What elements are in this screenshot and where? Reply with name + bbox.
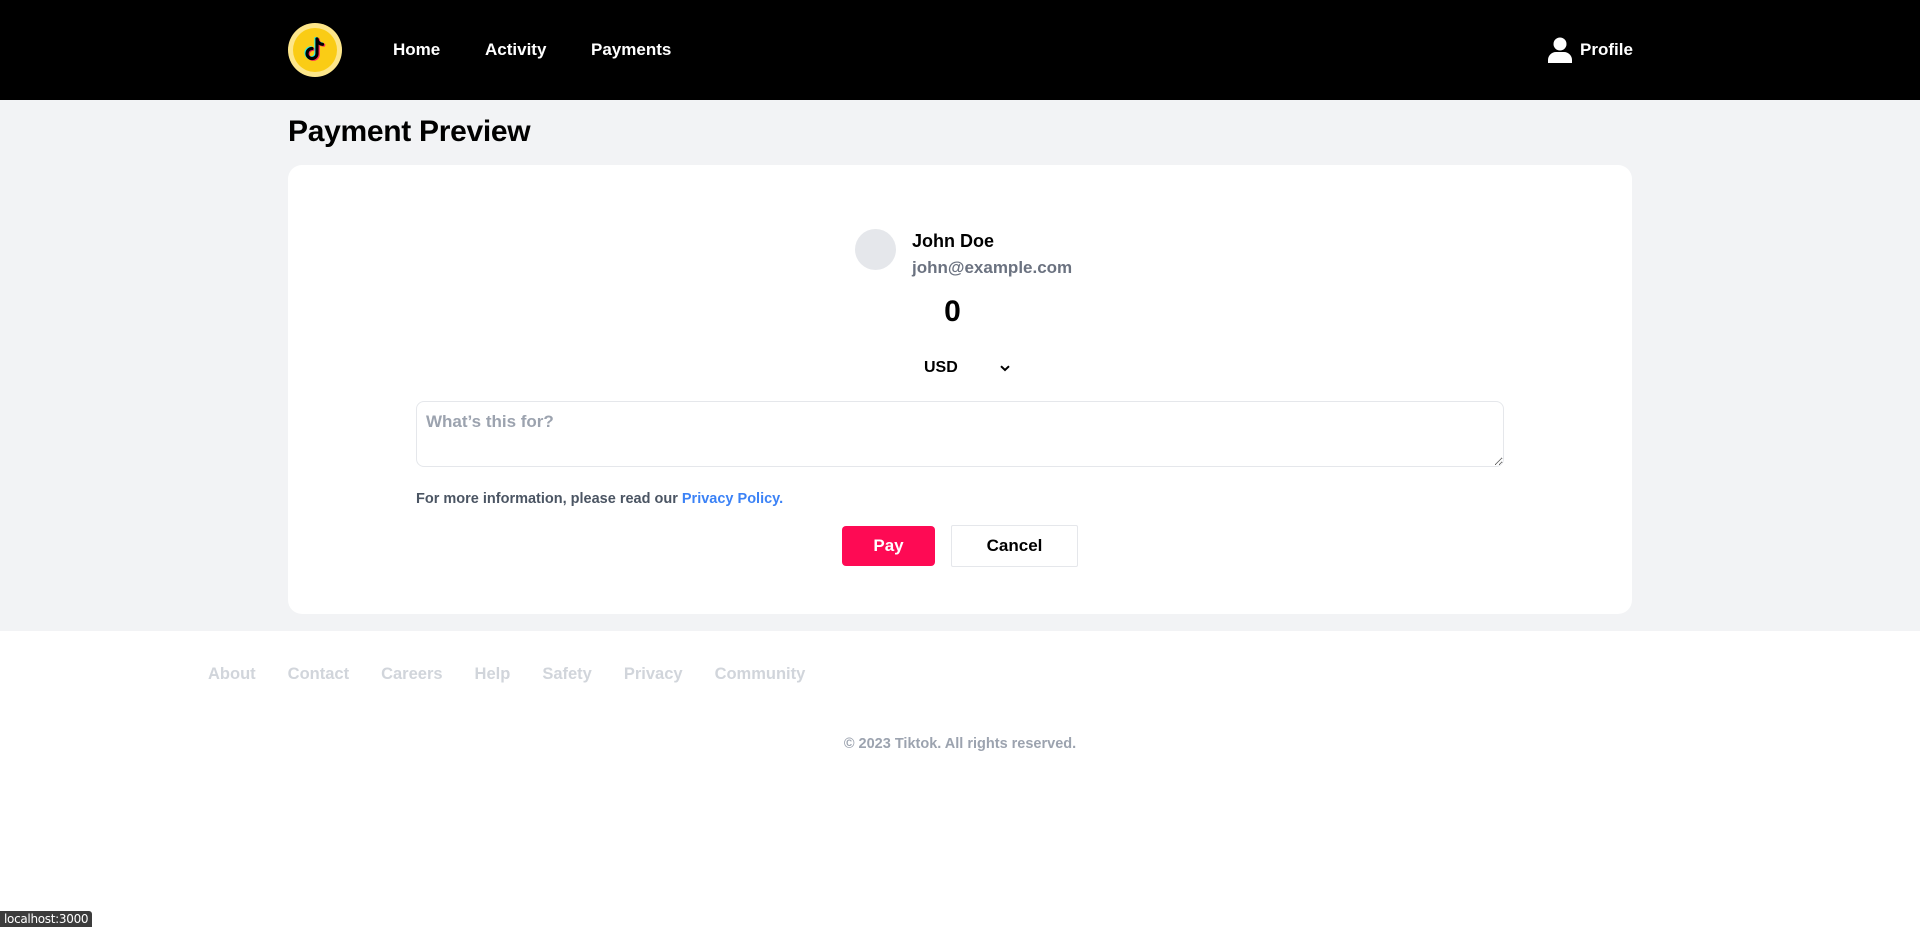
recipient-email: john@example.com [912,258,1073,277]
payment-amount[interactable]: 0 [0,295,1905,329]
nav-payments[interactable]: Payments [591,0,671,100]
footer-link-privacy[interactable]: Privacy [624,665,683,684]
currency-select[interactable]: USD [924,356,1010,380]
footer-link-careers[interactable]: Careers [381,665,442,684]
page-title: Payment Preview [288,115,531,148]
copyright-text: © 2023 Tiktok. All rights reserved. [843,736,1077,752]
chevron-down-icon [1000,364,1010,371]
user-icon [1548,37,1572,63]
privacy-info-text: For more information, please read our Pr… [416,491,783,507]
footer-link-safety[interactable]: Safety [542,665,592,684]
payment-note-input[interactable] [416,401,1504,467]
footer-link-help[interactable]: Help [475,665,511,684]
footer-link-contact[interactable]: Contact [288,665,349,684]
nav-home[interactable]: Home [393,0,440,100]
nav-activity[interactable]: Activity [485,0,546,100]
browser-status-url: localhost:3000 [0,911,93,927]
footer-link-community[interactable]: Community [715,665,806,684]
footer-links: About Contact Careers Help Safety Privac… [208,665,837,684]
profile-link[interactable]: Profile [1548,0,1633,100]
currency-value: USD [924,359,958,376]
cancel-button[interactable]: Cancel [951,525,1078,567]
tiktok-logo-icon [293,28,337,72]
recipient-name: John Doe [912,231,995,251]
home-logo-link[interactable] [288,23,342,77]
privacy-policy-link[interactable]: Privacy Policy. [682,491,783,507]
pay-button[interactable]: Pay [842,526,935,566]
top-navigation-bar: Home Activity Payments Profile [0,0,1920,100]
recipient-avatar [855,229,896,270]
info-text: For more information, please read our [416,491,682,507]
footer-link-about[interactable]: About [208,665,256,684]
profile-label: Profile [1580,40,1633,59]
